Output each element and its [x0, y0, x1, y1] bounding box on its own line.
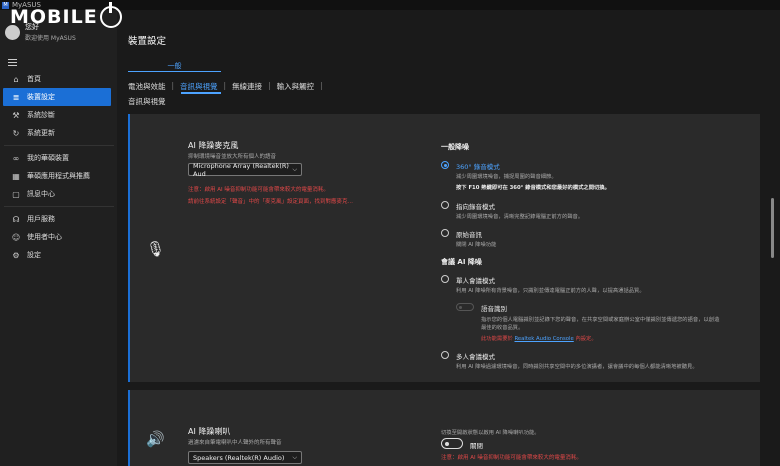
gear-icon: ⚙ [12, 250, 20, 260]
speaker-warning: 注意：啟用 AI 噪音抑制功能可能會帶來較大的電量消耗。 [441, 455, 582, 461]
wrench-icon: ⚒ [12, 110, 20, 120]
realtek-console-link[interactable]: Realtek Audio Console [514, 336, 573, 342]
radio-multi-meeting[interactable] [441, 351, 449, 359]
option-multi-desc: 利用 AI 降噪過濾環境噪音，同時識別共享空間中的多位演講者，讓會議中的每個人都… [456, 364, 698, 370]
mic-device-value: Microphone Array (Realtek(R) Aud [193, 161, 289, 178]
radio-360-mode[interactable] [441, 161, 449, 169]
chevron-down-icon: ⌵ [292, 165, 297, 173]
speaker-toggle-hint: 切換至開啟狀態以啟用 AI 降噪喇叭功能。 [441, 430, 540, 436]
mic-warning-1: 注意：啟用 AI 噪音抑制功能可能會帶來較大的電量消耗。 [188, 187, 329, 193]
ai-speaker-toggle-label: 關閉 [470, 442, 483, 450]
sidebar-item-settings[interactable]: ⚙ 設定 [3, 246, 111, 264]
home-icon: ⌂ [13, 74, 19, 84]
sidebar-item-device-settings[interactable]: ≣ 裝置設定 [3, 88, 111, 106]
option-360-hotkey: 按下 F10 熱鍵即可在 360° 錄音模式和您最好的模式之間切換。 [456, 185, 610, 191]
scrollbar-thumb[interactable] [771, 198, 774, 258]
speaker-icon: 🔊 [146, 430, 165, 448]
sidebar: 您好 歡迎使用 MyASUS ⌂ 首頁 ≣ 裝置設定 ⚒ 系統診斷 ↻ 系統更新 ∞ 我的… [0, 10, 117, 466]
option-directional-label: 指向錄音模式 [456, 203, 495, 211]
subtab-bar: 電池與效能 | 音訊與視覺 | 無線連接 | 輸入與觸控 | [128, 81, 323, 92]
hamburger-menu-icon[interactable] [8, 59, 17, 66]
sidebar-item-support[interactable]: ☊ 用戶服務 [3, 210, 111, 228]
mic-card-desc: 抑制環境噪音並放大所有個人的語音 [188, 154, 277, 160]
nav-divider [4, 145, 114, 146]
page-title: 裝置設定 [128, 36, 167, 47]
option-directional-desc: 減少周圍環境噪音，清晰完整記錄電腦正前方的聲音。 [456, 214, 584, 220]
app-logo-icon: M [2, 1, 9, 9]
speaker-card-title: AI 降躁喇叭 [188, 427, 231, 436]
tab-underline [128, 71, 221, 72]
mic-warning-2: 請前往系統設定「聲音」中的「麥克風」設定頁面，找到對應麥克風並將語音強化設定為「… [188, 199, 358, 205]
ai-mic-card: 🎙 AI 降躁麥克風 抑制環境噪音並放大所有個人的語音 Microphone A… [128, 114, 760, 382]
subtab-underline [181, 92, 221, 94]
general-noise-title: 一般降噪 [441, 143, 469, 151]
ai-speaker-card: 🔊 AI 降躁喇叭 過濾來自筆電喇叭中人聲外的所有聲音 Speakers (Re… [128, 390, 760, 466]
mic-device-select[interactable]: Microphone Array (Realtek(R) Aud ⌵ [188, 161, 302, 178]
radio-directional-mode[interactable] [441, 201, 449, 209]
option-360-label: 360° 錄音模式 [456, 163, 500, 171]
option-raw-label: 原始音訊 [456, 231, 482, 239]
radio-raw-audio[interactable] [441, 229, 449, 237]
chevron-down-icon: ⌵ [292, 453, 297, 461]
subtab-input[interactable]: 輸入與觸控 [277, 81, 315, 92]
user-icon: ☺ [11, 232, 21, 242]
option-multi-label: 多人會議模式 [456, 353, 495, 361]
scrollbar-track[interactable] [771, 95, 774, 466]
watermark: MOBILE [10, 2, 122, 28]
meeting-noise-title: 會議 AI 降噪 [441, 258, 482, 266]
option-single-label: 單人會議模式 [456, 277, 495, 285]
sidebar-item-apps[interactable]: ▦ 華碩應用程式與推薦 [3, 167, 111, 185]
subtab-audio-visual[interactable]: 音訊與視覺 [180, 81, 218, 92]
speaker-device-select[interactable]: Speakers (Realtek(R) Audio) ⌵ [188, 451, 302, 464]
sidebar-item-diagnostics[interactable]: ⚒ 系統診斷 [3, 106, 111, 124]
sidebar-item-my-devices[interactable]: ∞ 我的華碩裝置 [3, 149, 111, 167]
sidebar-item-messages[interactable]: ▢ 訊息中心 [3, 185, 111, 203]
voice-id-desc-1: 指示您的個人電腦識別並記錄下您的聲音，在共享空間或家庭辦公室中僅識別並傳遞您的語… [481, 317, 720, 323]
main-content: 裝置設定 一般 電池與效能 | 音訊與視覺 | 無線連接 | 輸入與觸控 | 音訊與視覺… [117, 10, 780, 466]
sidebar-item-system-update[interactable]: ↻ 系統更新 [3, 124, 111, 142]
grid-icon: ▦ [12, 171, 20, 181]
sidebar-item-user-center[interactable]: ☺ 使用者中心 [3, 228, 111, 246]
nav-group-1: ⌂ 首頁 ≣ 裝置設定 ⚒ 系統診斷 ↻ 系統更新 ∞ 我的華碩裝置 ▦ 華碩應用程式與推薦… [0, 70, 117, 264]
watermark-logo-icon [99, 2, 122, 28]
option-raw-desc: 關閉 AI 降噪功能 [456, 242, 497, 248]
tab-general[interactable]: 一般 [128, 61, 221, 71]
watermark-text: MOBILE [10, 6, 98, 28]
voice-id-toggle[interactable] [456, 303, 474, 311]
voice-id-label: 語音識別 [481, 305, 507, 313]
profile-subtitle: 歡迎使用 MyASUS [25, 35, 76, 42]
microphone-icon: 🎙 [146, 240, 166, 258]
voice-id-requirement: 此功能需要於 Realtek Audio Console 內設定。 [481, 336, 597, 342]
link-icon: ∞ [12, 153, 20, 163]
refresh-icon: ↻ [12, 128, 20, 138]
voice-id-desc-2: 最佳的收音品質。 [481, 325, 524, 331]
headset-icon: ☊ [12, 214, 20, 224]
subtab-battery[interactable]: 電池與效能 [128, 81, 166, 92]
nav-divider [4, 206, 114, 207]
mic-card-title: AI 降躁麥克風 [188, 141, 239, 150]
speaker-card-desc: 過濾來自筆電喇叭中人聲外的所有聲音 [188, 440, 282, 446]
sidebar-item-home[interactable]: ⌂ 首頁 [3, 70, 111, 88]
radio-single-meeting[interactable] [441, 275, 449, 283]
message-icon: ▢ [12, 189, 20, 199]
sliders-icon: ≣ [12, 92, 20, 102]
ai-speaker-toggle[interactable] [441, 438, 463, 449]
option-single-desc: 利用 AI 降噪所有背景噪音，只識別並傳達電腦正前方的人聲，以提高通話品質。 [456, 288, 645, 294]
speaker-device-value: Speakers (Realtek(R) Audio) [193, 453, 285, 462]
subtab-wireless[interactable]: 無線連接 [232, 81, 262, 92]
option-360-desc: 減少周圍環境噪音，捕捉周圍的聲音細節。 [456, 174, 557, 180]
section-heading: 音訊與視覺 [128, 97, 166, 106]
